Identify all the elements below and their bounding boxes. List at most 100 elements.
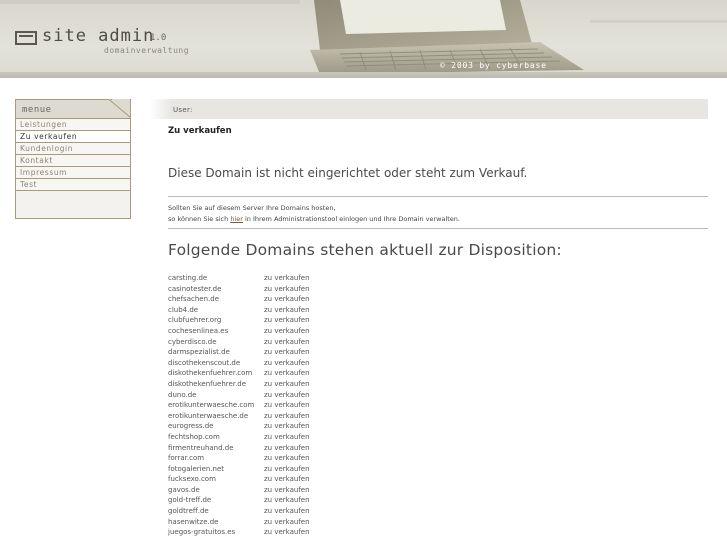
domain-status: zu verkaufen [264,379,310,388]
domain-name: eurogress.de [168,422,214,431]
list-item: diskothekenfuehrer.com zu verkaufen [168,368,368,379]
list-item: carsting.de zu verkaufen [168,273,368,284]
domain-status: zu verkaufen [264,496,310,505]
info-line-2-prefix: so können Sie sich [168,215,231,223]
domain-name: discothekenscout.de [168,358,241,367]
domain-status: zu verkaufen [264,284,310,293]
hosting-info-text: Sollten Sie auf diesem Server Ihre Domai… [168,203,460,225]
list-item: fechtshop.com zu verkaufen [168,432,368,443]
domain-name: forrar.com [168,454,205,463]
list-item: diskothekenfuehrer.de zu verkaufen [168,379,368,390]
domain-name: hasenwitze.de [168,517,219,526]
domain-name: carsting.de [168,274,208,282]
domain-list: carsting.de zu verkaufen casinotester.de zu… [168,273,368,538]
list-item: eurogress.de zu verkaufen [168,421,368,432]
list-item: discothekenscout.de zu verkaufen [168,358,368,369]
sidebar-menu: menue Leistungen Zu verkaufen Kundenlogi… [15,99,131,219]
list-item: cochesenlinea.es zu verkaufen [168,326,368,337]
list-item: clubfuehrer.org zu verkaufen [168,315,368,326]
domain-name: cochesenlinea.es [168,326,229,335]
domain-name: club4.de [168,305,199,314]
header-banner: site admin 1.0 domainverwaltung © 2003 b… [0,0,727,78]
domain-name: casinotester.de [168,284,222,293]
list-item: erotikunterwaesche.de zu verkaufen [168,411,368,422]
domain-status: zu verkaufen [264,348,310,357]
list-item: darmspezialist.de zu verkaufen [168,347,368,358]
domain-status: zu verkaufen [264,454,310,463]
domain-name: gavos.de [168,485,200,494]
list-item: hasenwitze.de zu verkaufen [168,517,368,528]
list-item: gold-treff.de zu verkaufen [168,495,368,506]
domain-name: chefsachen.de [168,295,219,304]
menu-title: menue [22,105,52,115]
domain-status: zu verkaufen [264,507,310,516]
domain-status: zu verkaufen [264,390,310,399]
list-item: erotikunterwaesche.com zu verkaufen [168,400,368,411]
logo-window-icon [15,31,37,45]
domain-name: fechtshop.com [168,432,220,441]
domain-name: duno.de [168,390,197,399]
admin-login-link[interactable]: hier [230,215,243,223]
logo-version: 1.0 [150,33,167,43]
info-line-2-suffix: in Ihrem Administrationstool einlogen un… [242,215,460,223]
domain-status: zu verkaufen [264,475,310,484]
list-item: goldtreff.de zu verkaufen [168,506,368,517]
menu-header-border [16,99,112,100]
domain-status: zu verkaufen [264,358,310,367]
header-decoration [590,20,727,23]
sidebar-item-zu-verkaufen[interactable]: Zu verkaufen [16,131,130,143]
menu-corner-tab-icon [109,99,131,118]
domain-status: zu verkaufen [264,305,310,314]
header-bottom-stripe [0,72,727,78]
domain-status: zu verkaufen [264,326,310,335]
domain-status: zu verkaufen [264,411,310,420]
list-item: cyberdisco.de zu verkaufen [168,337,368,348]
domain-status: zu verkaufen [264,274,310,282]
list-item: fotogalerien.net zu verkaufen [168,464,368,475]
domain-status: zu verkaufen [264,422,310,431]
divider-bottom [168,228,708,229]
menu-header: menue [16,99,131,119]
domain-status: zu verkaufen [264,432,310,441]
list-item: fucksexo.com zu verkaufen [168,474,368,485]
domains-heading: Folgende Domains stehen aktuell zur Disp… [168,241,562,259]
copyright-text: © 2003 by cyberbase [440,61,547,70]
page-title: Zu verkaufen [168,126,232,136]
domain-name: clubfuehrer.org [168,316,222,325]
list-item: juegos-gratuitos.es zu verkaufen [168,527,368,538]
domain-name: fucksexo.com [168,475,216,484]
domain-name: fotogalerien.net [168,464,225,473]
domain-name: cyberdisco.de [168,337,217,346]
sidebar-item-kontakt[interactable]: Kontakt [16,155,130,167]
domain-name: firmentreuhand.de [168,443,234,452]
user-bar: User: [150,99,708,119]
sidebar-item-kundenlogin[interactable]: Kundenlogin [16,143,130,155]
list-item: chefsachen.de zu verkaufen [168,294,368,305]
domain-name: erotikunterwaesche.de [168,411,249,420]
logo-subtitle: domainverwaltung [104,46,190,55]
domain-name: gold-treff.de [168,496,212,505]
domain-status: zu verkaufen [264,337,310,346]
list-item: casinotester.de zu verkaufen [168,284,368,295]
header-decoration [0,0,300,4]
domain-name: diskothekenfuehrer.de [168,379,247,388]
domain-status: zu verkaufen [264,443,310,452]
domain-name: darmspezialist.de [168,348,230,357]
info-line-1: Sollten Sie auf diesem Server Ihre Domai… [168,204,336,212]
list-item: forrar.com zu verkaufen [168,453,368,464]
domain-name: juegos-gratuitos.es [168,528,236,537]
list-item: firmentreuhand.de zu verkaufen [168,443,368,454]
sidebar-item-leistungen[interactable]: Leistungen [16,119,130,131]
domain-status: zu verkaufen [264,464,310,473]
info-line-2: so können Sie sich hier in Ihrem Adminis… [168,214,460,225]
sidebar-item-impressum[interactable]: Impressum [16,167,130,179]
list-item: duno.de zu verkaufen [168,390,368,401]
domain-status: zu verkaufen [264,517,310,526]
domain-status-headline: Diese Domain ist nicht eingerichtet oder… [168,166,528,180]
logo-text: site admin [42,26,155,46]
domain-status: zu verkaufen [264,485,310,494]
sidebar-item-test[interactable]: Test [16,179,130,191]
divider-top [168,196,708,197]
domain-status: zu verkaufen [264,369,310,378]
list-item: gavos.de zu verkaufen [168,485,368,496]
